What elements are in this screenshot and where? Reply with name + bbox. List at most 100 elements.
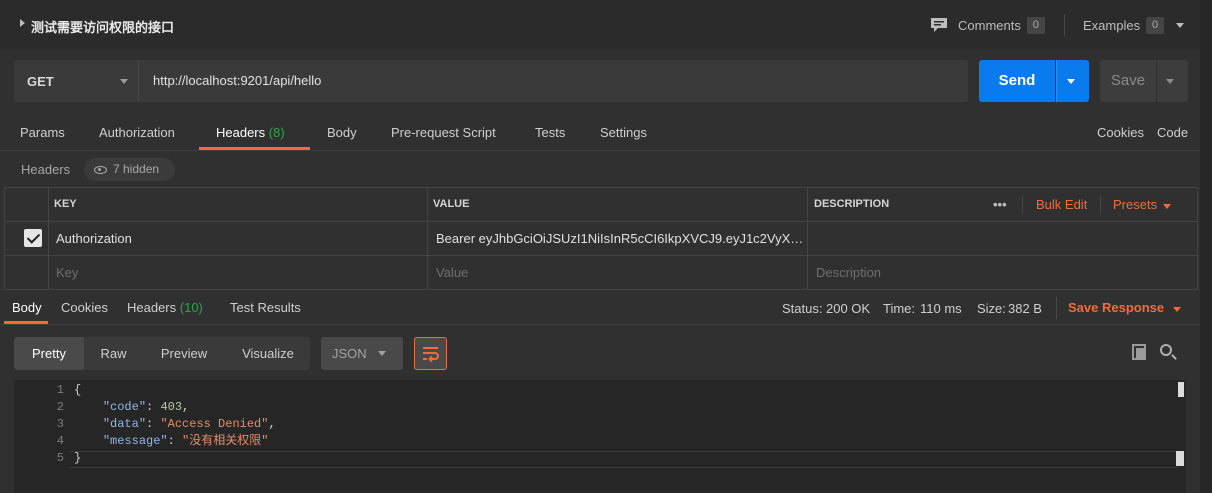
tab-params[interactable]: Params (20, 125, 65, 140)
line-number: 4 (56, 434, 64, 448)
expand-caret-icon[interactable] (20, 19, 25, 27)
search-icon[interactable] (1160, 344, 1172, 356)
active-tab-indicator (199, 147, 310, 150)
tab-prerequest-script[interactable]: Pre-request Script (391, 125, 496, 140)
response-body-editor[interactable]: 1 2 3 4 5 { "code": 403, "data": "Access… (14, 380, 1186, 493)
divider (1022, 196, 1023, 214)
wrap-icon (423, 347, 439, 363)
header-key-cell[interactable]: Authorization (56, 222, 132, 255)
save-response-dropdown[interactable]: Save Response (1068, 300, 1182, 315)
comment-icon (931, 18, 947, 32)
size-label: Size: (977, 301, 1006, 316)
tab-response-body[interactable]: Body (12, 300, 42, 315)
editor-scrollbar[interactable] (1178, 382, 1184, 397)
code-line: "code": 403, (102, 400, 190, 414)
status-value[interactable]: 200 OK (826, 301, 870, 316)
view-visualize-button[interactable]: Visualize (229, 337, 307, 370)
tab-authorization[interactable]: Authorization (99, 125, 175, 140)
url-bar: GET http://localhost:9201/api/hello (14, 60, 968, 102)
tab-headers[interactable]: Headers (8) (216, 125, 285, 140)
json-key: "data" (102, 417, 147, 431)
hidden-headers-toggle[interactable]: 7 hidden (84, 158, 175, 181)
chevron-down-icon (120, 79, 128, 84)
request-title[interactable]: 测试需要访问权限的接口 (31, 17, 174, 36)
json-value: "没有相关权限" (182, 434, 269, 448)
request-title-bar: 测试需要访问权限的接口 Comments 0 Examples 0 (0, 0, 1212, 50)
chevron-down-icon (1067, 79, 1075, 84)
save-response-label: Save Response (1068, 300, 1165, 315)
url-input[interactable]: http://localhost:9201/api/hello (153, 73, 321, 88)
presets-label: Presets (1113, 197, 1158, 212)
examples-button[interactable]: Examples 0 (1083, 14, 1185, 36)
tab-response-headers[interactable]: Headers (10) (127, 300, 203, 315)
tab-headers-count: (8) (268, 125, 285, 140)
json-key: "code" (102, 400, 147, 414)
format-select[interactable]: JSON (321, 337, 403, 370)
table-row: Authorization Bearer eyJhbGciOiJSUzI1NiI… (5, 222, 1197, 256)
view-pretty-button[interactable]: Pretty (14, 337, 84, 370)
send-button[interactable]: Send (979, 60, 1055, 102)
cookies-link[interactable]: Cookies (1097, 125, 1144, 140)
divider (1056, 297, 1057, 319)
headers-section-label: Headers (21, 162, 71, 177)
divider (1100, 196, 1101, 214)
view-raw-button[interactable]: Raw (86, 337, 141, 370)
view-preview-button[interactable]: Preview (147, 337, 221, 370)
editor-scrollbar-marker[interactable] (1176, 451, 1184, 466)
right-scrollbar[interactable] (1200, 0, 1212, 493)
tab-settings[interactable]: Settings (600, 125, 647, 140)
brace-close: } (74, 451, 82, 465)
wrap-lines-button[interactable] (414, 337, 447, 370)
row-enabled-checkbox[interactable] (24, 229, 42, 247)
time-value[interactable]: 110 ms (920, 301, 962, 316)
tab-tests[interactable]: Tests (535, 125, 565, 140)
send-options-button[interactable] (1056, 60, 1089, 102)
new-value-input[interactable]: Value (436, 256, 468, 289)
save-button[interactable]: Save (1100, 60, 1156, 102)
chevron-down-icon (1166, 79, 1174, 84)
header-value-cell[interactable]: Bearer eyJhbGciOiJSUzI1NiIsInR5cCI6IkpXV… (436, 222, 806, 255)
table-header-row: KEY VALUE DESCRIPTION ••• Bulk Edit Pres… (5, 188, 1197, 222)
code-line: "message": "没有相关权限" (102, 434, 269, 448)
code-link[interactable]: Code (1157, 125, 1188, 140)
comments-label: Comments (958, 17, 1021, 33)
code-line: { (74, 382, 81, 399)
presets-dropdown[interactable]: Presets (1113, 188, 1172, 221)
bulk-edit-link[interactable]: Bulk Edit (1036, 188, 1087, 221)
new-description-input[interactable]: Description (816, 256, 881, 289)
examples-label: Examples (1083, 17, 1141, 33)
response-view-modes: Pretty Raw Preview Visualize (14, 337, 310, 370)
tab-headers-label: Headers (216, 125, 266, 140)
comments-count-badge: 0 (1026, 16, 1045, 34)
tab-response-cookies[interactable]: Cookies (61, 300, 108, 315)
chevron-down-icon (378, 351, 386, 356)
json-value: 403 (160, 400, 183, 414)
line-number: 2 (56, 400, 64, 414)
chevron-down-icon (1173, 307, 1182, 312)
method-label: GET (27, 74, 54, 89)
request-tabs: Params Authorization Headers (8) Body Pr… (0, 117, 1200, 151)
status-label: Status: (782, 301, 823, 316)
hidden-headers-label: 7 hidden (113, 162, 160, 176)
tab-test-results[interactable]: Test Results (230, 300, 301, 315)
comments-button[interactable]: Comments 0 (930, 14, 1045, 36)
divider (807, 188, 808, 289)
headers-table: KEY VALUE DESCRIPTION ••• Bulk Edit Pres… (4, 187, 1198, 290)
new-key-input[interactable]: Key (56, 256, 78, 289)
format-label: JSON (332, 346, 367, 361)
tab-response-headers-label: Headers (127, 300, 177, 315)
current-line-highlight (70, 451, 1178, 468)
line-number: 1 (56, 383, 64, 397)
divider (427, 188, 428, 289)
size-value[interactable]: 382 B (1008, 301, 1042, 316)
tab-body[interactable]: Body (327, 125, 357, 140)
json-key: "message" (102, 434, 168, 448)
tab-response-headers-count: (10) (179, 300, 203, 315)
chevron-down-icon (1163, 204, 1172, 209)
more-options-icon[interactable]: ••• (993, 188, 1007, 221)
method-select[interactable]: GET (14, 60, 139, 102)
copy-icon[interactable] (1132, 344, 1146, 360)
code-line: } (74, 450, 81, 467)
line-number: 3 (56, 417, 64, 431)
save-options-button[interactable] (1157, 60, 1188, 102)
